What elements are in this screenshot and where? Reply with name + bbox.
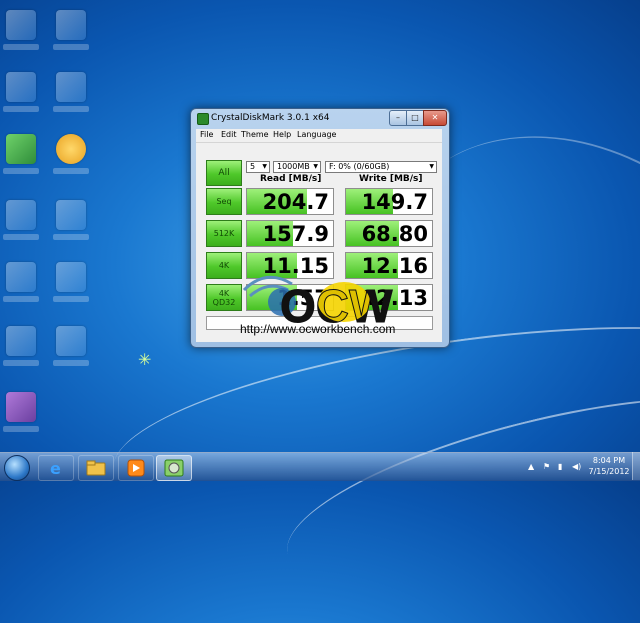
desktop-icon[interactable] xyxy=(6,392,36,422)
internet-explorer-icon[interactable]: e xyxy=(38,455,74,481)
desktop-icon[interactable] xyxy=(56,72,86,102)
test-button-label: 512K xyxy=(213,229,235,238)
read-result-value: 11.15 xyxy=(262,254,329,278)
drive-select-value: F: 0% (0/60GB) xyxy=(329,162,390,171)
desktop-icon-label xyxy=(53,168,89,174)
menu-bar: File Edit Theme Help Language xyxy=(196,129,442,142)
write-result-0: 149.7 xyxy=(345,188,433,215)
desktop-icon-label xyxy=(3,296,39,302)
crystaldiskmark-window[interactable]: CrystalDiskMark 3.0.1 x64 – □ ✕ File Edi… xyxy=(190,108,450,348)
write-result-value: 12.16 xyxy=(361,254,428,278)
desktop-icon[interactable] xyxy=(6,200,36,230)
chevron-down-icon: ▼ xyxy=(429,163,434,170)
desktop-icon[interactable] xyxy=(6,10,36,40)
write-result-value: 12.13 xyxy=(361,286,428,310)
test-button-0[interactable]: Seq xyxy=(206,188,242,215)
network-icon[interactable]: ▮ xyxy=(558,462,562,471)
action-center-flag-icon[interactable]: ⚑ xyxy=(543,462,550,471)
close-button[interactable]: ✕ xyxy=(423,110,447,126)
test-button-sublabel: QD32 xyxy=(212,297,236,307)
clock-date[interactable]: 7/15/2012 xyxy=(586,467,632,476)
runs-select-value: 5 xyxy=(250,162,256,171)
desktop-icon[interactable] xyxy=(6,262,36,292)
drive-select[interactable]: F: 0% (0/60GB) ▼ xyxy=(325,161,437,173)
menu-language[interactable]: Language xyxy=(297,130,336,139)
clock-time[interactable]: 8:04 PM xyxy=(586,456,632,465)
desktop-icon[interactable] xyxy=(6,72,36,102)
read-result-value: 1.57 xyxy=(277,286,329,310)
taskbar: e ▲ ⚑ ▮ ◀) xyxy=(0,452,640,481)
desktop-icon[interactable] xyxy=(56,10,86,40)
test-button-label: Seq xyxy=(216,197,232,206)
desktop-icon[interactable] xyxy=(56,134,86,164)
minimize-button[interactable]: – xyxy=(389,110,407,126)
read-result-2: 11.15 xyxy=(246,252,334,279)
read-result-value: 204.7 xyxy=(262,190,329,214)
folder-icon[interactable] xyxy=(78,455,114,481)
volume-icon[interactable]: ◀) xyxy=(572,462,581,471)
write-result-1: 68.80 xyxy=(345,220,433,247)
all-button-label: All xyxy=(218,168,230,178)
menu-edit[interactable]: Edit xyxy=(221,130,237,139)
read-result-1: 157.9 xyxy=(246,220,334,247)
media-player-icon[interactable] xyxy=(118,455,154,481)
show-desktop-button[interactable] xyxy=(632,452,640,480)
wallpaper-sparkle: ✳ xyxy=(138,350,152,369)
desktop-icon-label xyxy=(53,360,89,366)
desktop-icon-label xyxy=(3,234,39,240)
write-result-3: 12.13 xyxy=(345,284,433,311)
desktop-icon-label xyxy=(3,106,39,112)
desktop-icon[interactable] xyxy=(56,262,86,292)
maximize-button[interactable]: □ xyxy=(406,110,424,126)
read-result-0: 204.7 xyxy=(246,188,334,215)
write-result-value: 68.80 xyxy=(361,222,428,246)
desktop-icon-label xyxy=(53,234,89,240)
desktop-icon-label xyxy=(53,296,89,302)
desktop-icon-label xyxy=(3,168,39,174)
desktop-icon-label xyxy=(53,44,89,50)
runs-select[interactable]: 5 ▼ xyxy=(246,161,270,173)
title-bar[interactable]: CrystalDiskMark 3.0.1 x64 – □ ✕ xyxy=(191,109,449,129)
window-title: CrystalDiskMark 3.0.1 x64 xyxy=(211,113,330,123)
read-result-value: 157.9 xyxy=(262,222,329,246)
wallpaper-swoosh xyxy=(270,359,640,623)
crystaldiskmark-taskbar-button[interactable] xyxy=(156,455,192,481)
desktop-icon-label xyxy=(3,360,39,366)
windows-start-orb-icon[interactable] xyxy=(4,455,30,481)
desktop-icon[interactable] xyxy=(56,200,86,230)
desktop-icon-label xyxy=(3,426,39,432)
write-result-value: 149.7 xyxy=(361,190,428,214)
menu-help[interactable]: Help xyxy=(273,130,291,139)
read-result-3: 1.57 xyxy=(246,284,334,311)
main-panel: All 5 ▼ 1000MB ▼ F: 0% (0/60GB) ▼ Read [… xyxy=(196,142,442,342)
test-button-2[interactable]: 4K xyxy=(206,252,242,279)
menu-theme[interactable]: Theme xyxy=(241,130,269,139)
desktop-icon[interactable] xyxy=(6,134,36,164)
size-select-value: 1000MB xyxy=(277,162,310,171)
chevron-down-icon: ▼ xyxy=(262,163,267,170)
desktop-icon-label xyxy=(3,44,39,50)
tray-expand-icon[interactable]: ▲ xyxy=(528,462,534,471)
test-button-1[interactable]: 512K xyxy=(206,220,242,247)
watermark-url: http://www.ocworkbench.com xyxy=(240,322,396,336)
test-button-3[interactable]: 4K QD32 xyxy=(206,284,242,311)
size-select[interactable]: 1000MB ▼ xyxy=(273,161,321,173)
all-button[interactable]: All xyxy=(206,160,242,186)
read-header: Read [MB/s] xyxy=(260,174,322,184)
crystaldiskmark-icon xyxy=(197,113,209,125)
desktop-icon[interactable] xyxy=(6,326,36,356)
test-button-label: 4K xyxy=(218,288,230,298)
svg-text:e: e xyxy=(50,459,61,478)
desktop-icon[interactable] xyxy=(56,326,86,356)
desktop-icon-label xyxy=(53,106,89,112)
chevron-down-icon: ▼ xyxy=(313,163,318,170)
write-result-2: 12.16 xyxy=(345,252,433,279)
menu-file[interactable]: File xyxy=(200,130,213,139)
test-button-label: 4K xyxy=(218,261,230,270)
write-header: Write [MB/s] xyxy=(359,174,423,184)
